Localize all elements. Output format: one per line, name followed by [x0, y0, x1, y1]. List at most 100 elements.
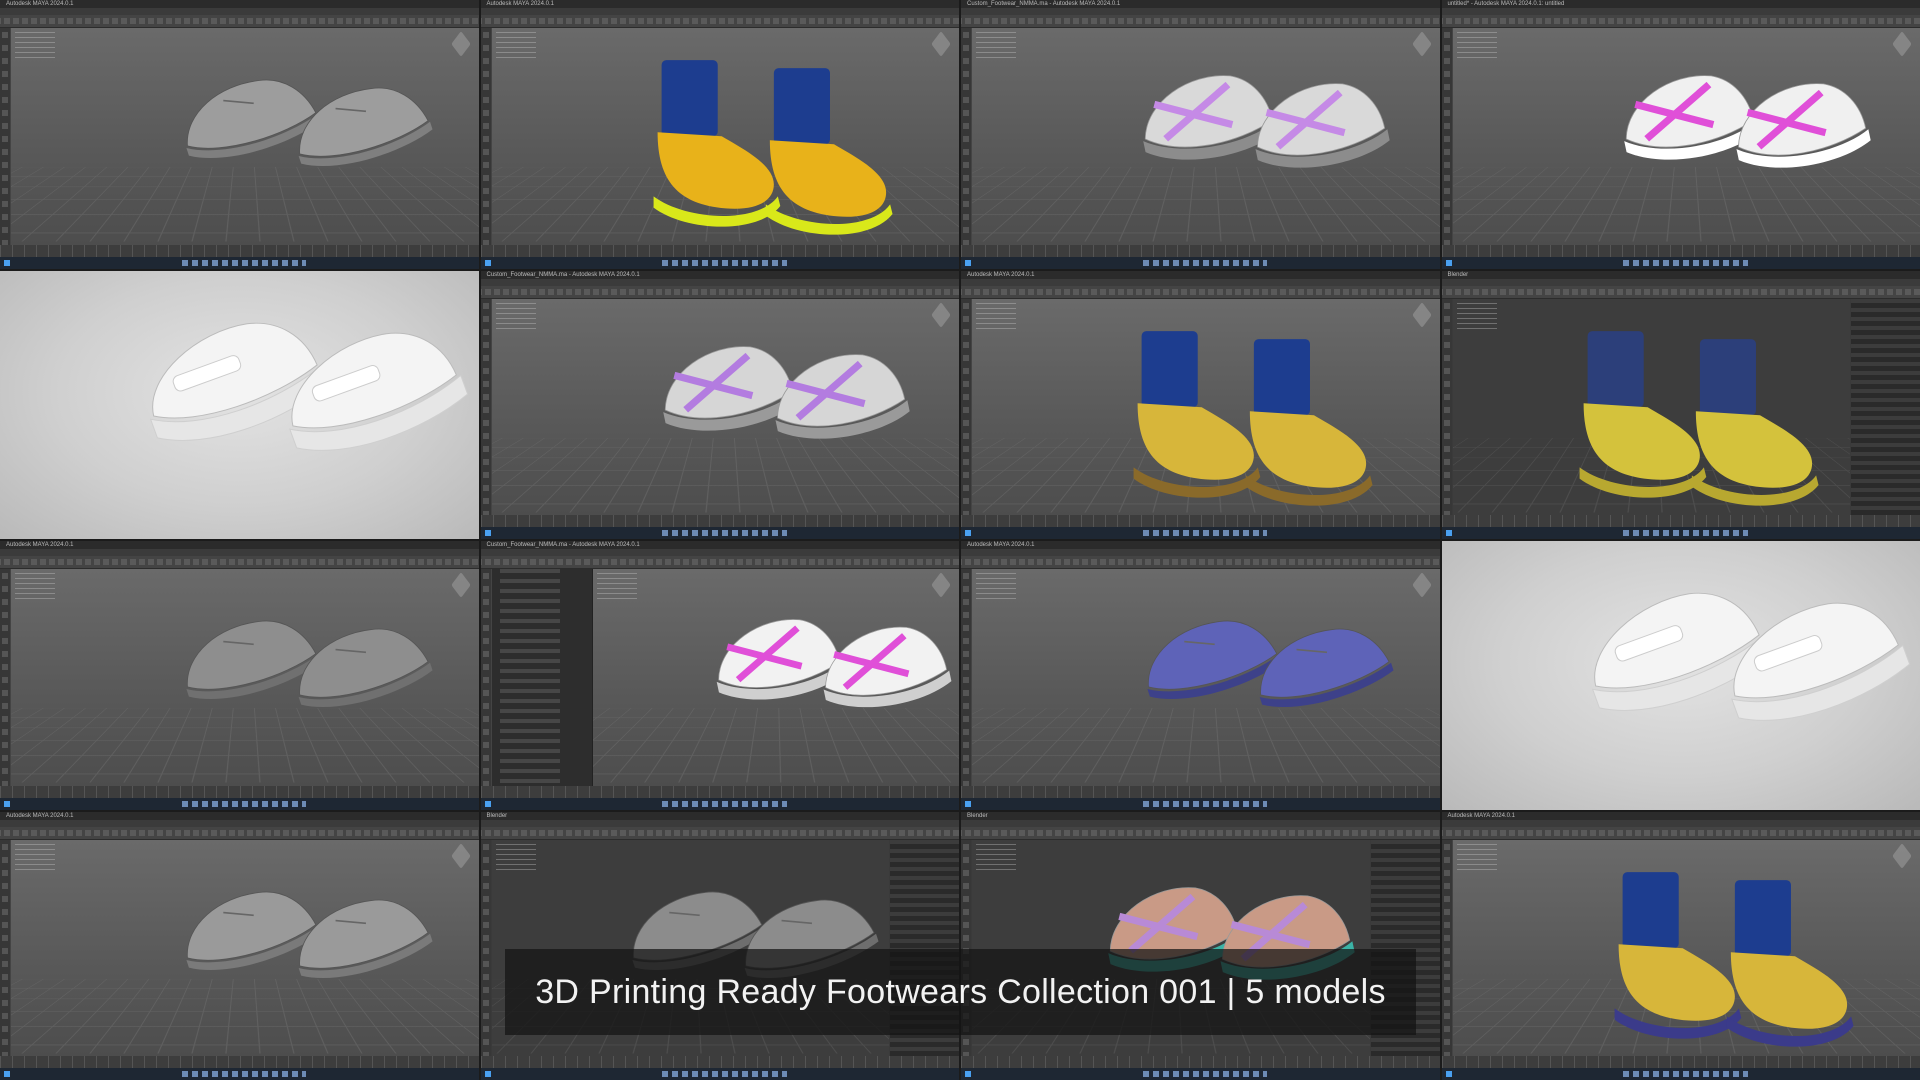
timeline[interactable]	[961, 1056, 1440, 1068]
tool-shelf[interactable]	[0, 556, 479, 569]
start-icon[interactable]	[485, 260, 491, 266]
start-icon[interactable]	[4, 1071, 10, 1077]
timeline[interactable]	[0, 1056, 479, 1068]
tool-shelf[interactable]	[1442, 827, 1920, 840]
tool-shelf[interactable]	[961, 286, 1440, 299]
taskbar-icons[interactable]	[1143, 260, 1267, 266]
3d-viewport[interactable]	[593, 569, 960, 786]
menu-bar[interactable]	[961, 8, 1440, 15]
start-icon[interactable]	[4, 801, 10, 807]
menu-bar[interactable]	[0, 8, 479, 15]
timeline[interactable]	[481, 515, 960, 527]
menu-bar[interactable]	[961, 279, 1440, 286]
timeline[interactable]	[481, 1056, 960, 1068]
start-icon[interactable]	[1446, 1071, 1452, 1077]
toolbox[interactable]	[0, 569, 10, 786]
toolbox[interactable]	[961, 299, 971, 516]
tool-shelf[interactable]	[481, 556, 960, 569]
toolbox[interactable]	[1442, 840, 1452, 1057]
start-icon[interactable]	[485, 1071, 491, 1077]
start-icon[interactable]	[965, 801, 971, 807]
taskbar-icons[interactable]	[1623, 1071, 1747, 1077]
toolbox[interactable]	[1442, 299, 1452, 516]
toolbox[interactable]	[481, 299, 491, 516]
menu-bar[interactable]	[481, 549, 960, 556]
menu-bar[interactable]	[961, 549, 1440, 556]
tool-shelf[interactable]	[481, 286, 960, 299]
toolbox[interactable]	[0, 28, 10, 245]
taskbar-icons[interactable]	[662, 260, 786, 266]
toolbox[interactable]	[0, 840, 10, 1057]
toolbox[interactable]	[481, 28, 491, 245]
properties-panel[interactable]	[1851, 299, 1920, 516]
toolbox[interactable]	[1442, 28, 1452, 245]
start-icon[interactable]	[965, 530, 971, 536]
3d-viewport[interactable]	[972, 569, 1440, 786]
3d-viewport[interactable]	[1453, 28, 1920, 245]
timeline[interactable]	[481, 786, 960, 798]
timeline[interactable]	[961, 245, 1440, 257]
3d-viewport[interactable]	[11, 569, 479, 786]
taskbar-icons[interactable]	[662, 530, 786, 536]
menu-bar[interactable]	[1442, 8, 1920, 15]
timeline[interactable]	[961, 515, 1440, 527]
collage-tile-12	[1442, 541, 1920, 810]
taskbar-icons[interactable]	[662, 801, 786, 807]
tool-shelf[interactable]	[481, 827, 960, 840]
start-icon[interactable]	[485, 530, 491, 536]
tool-shelf[interactable]	[1442, 286, 1920, 299]
3d-viewport[interactable]	[11, 28, 479, 245]
start-icon[interactable]	[1446, 530, 1452, 536]
timeline[interactable]	[1442, 515, 1920, 527]
tool-shelf[interactable]	[481, 15, 960, 28]
menu-bar[interactable]	[0, 820, 479, 827]
menu-bar[interactable]	[481, 8, 960, 15]
timeline[interactable]	[961, 786, 1440, 798]
toolbox[interactable]	[961, 569, 971, 786]
timeline[interactable]	[1442, 1056, 1920, 1068]
menu-bar[interactable]	[1442, 820, 1920, 827]
toolbox[interactable]	[481, 840, 491, 1057]
taskbar-icons[interactable]	[1623, 260, 1747, 266]
tool-shelf[interactable]	[961, 556, 1440, 569]
taskbar-icons[interactable]	[1143, 1071, 1267, 1077]
tool-shelf[interactable]	[1442, 15, 1920, 28]
taskbar-icons[interactable]	[1143, 801, 1267, 807]
tool-shelf[interactable]	[0, 15, 479, 28]
start-icon[interactable]	[965, 260, 971, 266]
3d-viewport[interactable]	[492, 28, 960, 245]
3d-viewport[interactable]	[492, 299, 960, 516]
timeline[interactable]	[0, 786, 479, 798]
toolbox[interactable]	[961, 28, 971, 245]
start-icon[interactable]	[1446, 260, 1452, 266]
taskbar-icons[interactable]	[182, 801, 306, 807]
collage-tile-10: Custom_Footwear_NMMA.ma - Autodesk MAYA …	[481, 541, 960, 810]
menu-bar[interactable]	[961, 820, 1440, 827]
start-icon[interactable]	[965, 1071, 971, 1077]
start-icon[interactable]	[4, 260, 10, 266]
toolbox[interactable]	[481, 569, 491, 786]
tool-shelf[interactable]	[0, 827, 479, 840]
tool-shelf[interactable]	[961, 15, 1440, 28]
3d-viewport[interactable]	[1453, 299, 1851, 516]
menu-bar[interactable]	[481, 279, 960, 286]
collage-tile-11: Autodesk MAYA 2024.0.1	[961, 541, 1440, 810]
3d-viewport[interactable]	[11, 840, 479, 1057]
menu-bar[interactable]	[0, 549, 479, 556]
outliner-panel[interactable]	[492, 569, 593, 786]
taskbar-icons[interactable]	[182, 260, 306, 266]
taskbar-icons[interactable]	[662, 1071, 786, 1077]
timeline[interactable]	[481, 245, 960, 257]
menu-bar[interactable]	[481, 820, 960, 827]
3d-viewport[interactable]	[972, 28, 1440, 245]
start-icon[interactable]	[485, 801, 491, 807]
taskbar-icons[interactable]	[182, 1071, 306, 1077]
taskbar-icons[interactable]	[1143, 530, 1267, 536]
3d-viewport[interactable]	[1453, 840, 1920, 1057]
timeline[interactable]	[1442, 245, 1920, 257]
menu-bar[interactable]	[1442, 279, 1920, 286]
taskbar-icons[interactable]	[1623, 530, 1747, 536]
tool-shelf[interactable]	[961, 827, 1440, 840]
3d-viewport[interactable]	[972, 299, 1440, 516]
timeline[interactable]	[0, 245, 479, 257]
